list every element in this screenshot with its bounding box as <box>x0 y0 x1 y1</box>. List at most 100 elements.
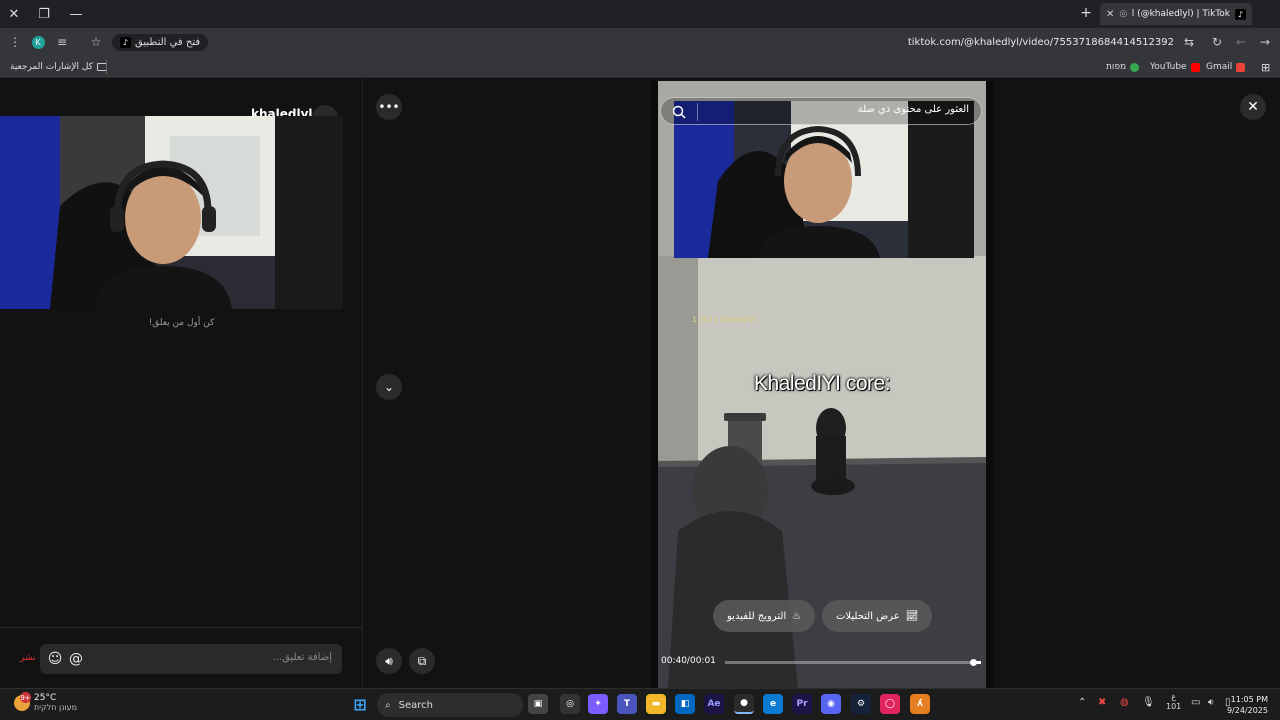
in-game-name-tag: 1193 | khaledlyl <box>692 315 757 324</box>
profile-letter: K <box>31 35 45 49</box>
chrome-icon[interactable]: ● <box>734 694 754 714</box>
close-tab-icon[interactable]: ✕ <box>1106 9 1114 20</box>
tiktok-page: khaledlyl كن أول من يعلق! نشر ☺ @ إضافة … <box>0 79 1280 688</box>
analytics-chart-icon: 📈︎ <box>905 610 919 622</box>
progress-bar[interactable] <box>725 659 981 666</box>
app-icon[interactable]: ʎ <box>910 694 930 714</box>
teams-icon[interactable]: T <box>617 694 637 714</box>
edge-icon[interactable]: e <box>763 694 783 714</box>
input-language[interactable]: ع 101 <box>1166 692 1181 712</box>
weather-temp: 25°C <box>34 693 57 703</box>
open-in-app-label: فتح في التطبيق <box>135 37 201 48</box>
reading-list-icon[interactable]: ≡ <box>53 33 71 51</box>
site-settings-icon[interactable]: ⇆ <box>1180 33 1198 51</box>
maps-icon <box>1130 62 1140 72</box>
tab-audio-icon: ◎ <box>1119 9 1128 19</box>
tray-chevron-icon[interactable]: ⌃ <box>1078 697 1086 708</box>
clock-time: 11:05 PM <box>1230 695 1268 704</box>
more-options-button[interactable]: ••• <box>376 94 402 120</box>
gmail-icon <box>1236 62 1246 72</box>
bookmark-youtube[interactable]: YouTube <box>1150 59 1200 75</box>
speaker-icon[interactable]: 🔉︎ <box>1208 697 1214 708</box>
add-comment-input[interactable]: ☺ @ إضافة تعليق... <box>40 644 342 674</box>
taskbar-search[interactable]: ⌕ Search <box>377 693 523 717</box>
task-view-icon[interactable]: ▣ <box>528 694 548 714</box>
time-readout: 00:40/00:01 <box>661 656 716 666</box>
floating-player-icon[interactable]: ⧉ <box>409 648 435 674</box>
reload-icon[interactable]: ↻ <box>1208 33 1226 51</box>
store-icon[interactable]: ◧ <box>675 694 695 714</box>
windows-taskbar: 9+ 25°C מעונן חלקית ⊞ ⌕ Search ▣ ◎ ✦ T ▬… <box>0 688 1280 720</box>
address-bar-row: ⋮ K ≡ ☆ فتح في التطبيق ♪ tiktok.com/@kha… <box>0 28 1280 56</box>
view-analytics-button[interactable]: 📈︎ عرض التحليلات <box>822 600 933 632</box>
discord-icon[interactable]: ◉ <box>821 694 841 714</box>
video-player[interactable]: العثور على محتوى ذي صلة 1193 | khaledlyl… <box>651 81 993 688</box>
tab-title: khaledlyl (@khaledlyl) | TikTok <box>1132 9 1230 19</box>
search-placeholder: العثور على محتوى ذي صلة <box>857 104 969 115</box>
copilot-icon[interactable]: ✦ <box>588 694 608 714</box>
volume-icon[interactable]: 🔊︎ <box>376 648 402 674</box>
emoji-icon[interactable]: ☺ <box>46 650 64 668</box>
youtube-icon <box>1190 62 1200 72</box>
promote-video-button[interactable]: ♨ الترويج للفيديو <box>713 600 816 632</box>
browser-titlebar: ✕ ❐ — + ✕ ◎ khaledlyl (@khaledlyl) | Tik… <box>0 0 1280 28</box>
all-bookmarks-button[interactable]: كل الإشارات المرجعية <box>10 59 107 75</box>
add-comment-placeholder: إضافة تعليق... <box>272 652 332 663</box>
language-label: ع <box>1171 692 1177 701</box>
tray-status-icon[interactable]: ◍ <box>1120 697 1129 708</box>
comments-panel: khaledlyl كن أول من يعلق! نشر ☺ @ إضافة … <box>0 79 363 688</box>
windows-start-icon[interactable]: ⊞ <box>350 694 370 714</box>
notification-badge: 9+ <box>20 692 31 703</box>
bookmark-star-icon[interactable]: ☆ <box>87 33 105 51</box>
bookmark-gmail[interactable]: Gmail <box>1206 59 1246 75</box>
flame-icon: ♨ <box>792 610 802 622</box>
menu-dots-icon[interactable]: ⋮ <box>6 33 24 51</box>
language-sub: 101 <box>1166 702 1182 711</box>
maps-label: מפות <box>1106 62 1127 72</box>
bookmark-maps[interactable]: מפות <box>1106 59 1140 75</box>
tiktok-app-icon: ♪ <box>120 37 131 48</box>
all-bookmarks-label: كل الإشارات المرجعية <box>10 62 93 72</box>
apps-grid-icon[interactable]: ⊞ <box>1261 59 1270 75</box>
tiktok-icon: ♪ <box>1235 8 1246 20</box>
system-clock[interactable]: 11:05 PM 9/24/2025 <box>1227 694 1268 716</box>
new-tab-button[interactable]: + <box>1078 5 1094 21</box>
after-effects-icon[interactable]: Ae <box>704 694 724 714</box>
mention-icon[interactable]: @ <box>67 650 85 668</box>
back-icon[interactable]: → <box>1256 33 1274 51</box>
post-comment-button[interactable]: نشر <box>20 653 36 663</box>
minimize-window-icon[interactable]: — <box>62 0 90 28</box>
weather-sun-icon: 9+ <box>14 692 31 711</box>
promote-label: الترويج للفيديو <box>727 610 787 622</box>
open-in-app-button[interactable]: فتح في التطبيق ♪ <box>112 34 209 51</box>
search-icon: ⌕ <box>385 699 391 711</box>
forward-icon[interactable]: ← <box>1232 33 1250 51</box>
next-video-chevron-icon[interactable]: ⌄ <box>376 374 402 400</box>
analytics-label: عرض التحليلات <box>836 610 900 622</box>
network-icon[interactable]: ▭ <box>1191 697 1200 708</box>
weather-widget[interactable]: 9+ 25°C מעונן חלקית <box>14 692 78 713</box>
premiere-icon[interactable]: Pr <box>792 694 812 714</box>
weather-desc: מעונן חלקית <box>34 703 78 712</box>
taskbar-search-label: Search <box>398 699 433 711</box>
streamer-webcam-preview <box>0 116 343 309</box>
comments-divider <box>0 627 363 628</box>
video-caption-overlay: KhaledIYI core: <box>753 372 891 395</box>
file-explorer-icon[interactable]: ▬ <box>646 694 666 714</box>
close-window-icon[interactable]: ✕ <box>0 0 28 28</box>
search-icon[interactable] <box>671 104 687 120</box>
url-field[interactable]: tiktok.com/@khaledlyl/video/755371868441… <box>908 34 1174 50</box>
browser-tab-active[interactable]: ✕ ◎ khaledlyl (@khaledlyl) | TikTok ♪ <box>1100 3 1252 25</box>
clock-date: 9/24/2025 <box>1226 706 1268 715</box>
steam-icon[interactable]: ⚙ <box>851 694 871 714</box>
recorder-icon[interactable]: ◯ <box>880 694 900 714</box>
restore-window-icon[interactable]: ❐ <box>30 0 58 28</box>
microphone-icon[interactable]: 🎙︎ <box>1142 697 1155 708</box>
related-content-search[interactable]: العثور على محتوى ذي صلة <box>660 97 982 125</box>
close-player-icon[interactable]: ✕ <box>1240 94 1266 120</box>
chatgpt-icon[interactable]: ◎ <box>560 694 580 714</box>
profile-avatar[interactable]: K <box>29 33 47 51</box>
tray-app-icon[interactable]: ✖ <box>1098 697 1106 708</box>
bookmarks-bar: كل الإشارات المرجعية מפות YouTube Gmail … <box>0 56 1280 78</box>
bookmarks-divider <box>106 60 107 74</box>
